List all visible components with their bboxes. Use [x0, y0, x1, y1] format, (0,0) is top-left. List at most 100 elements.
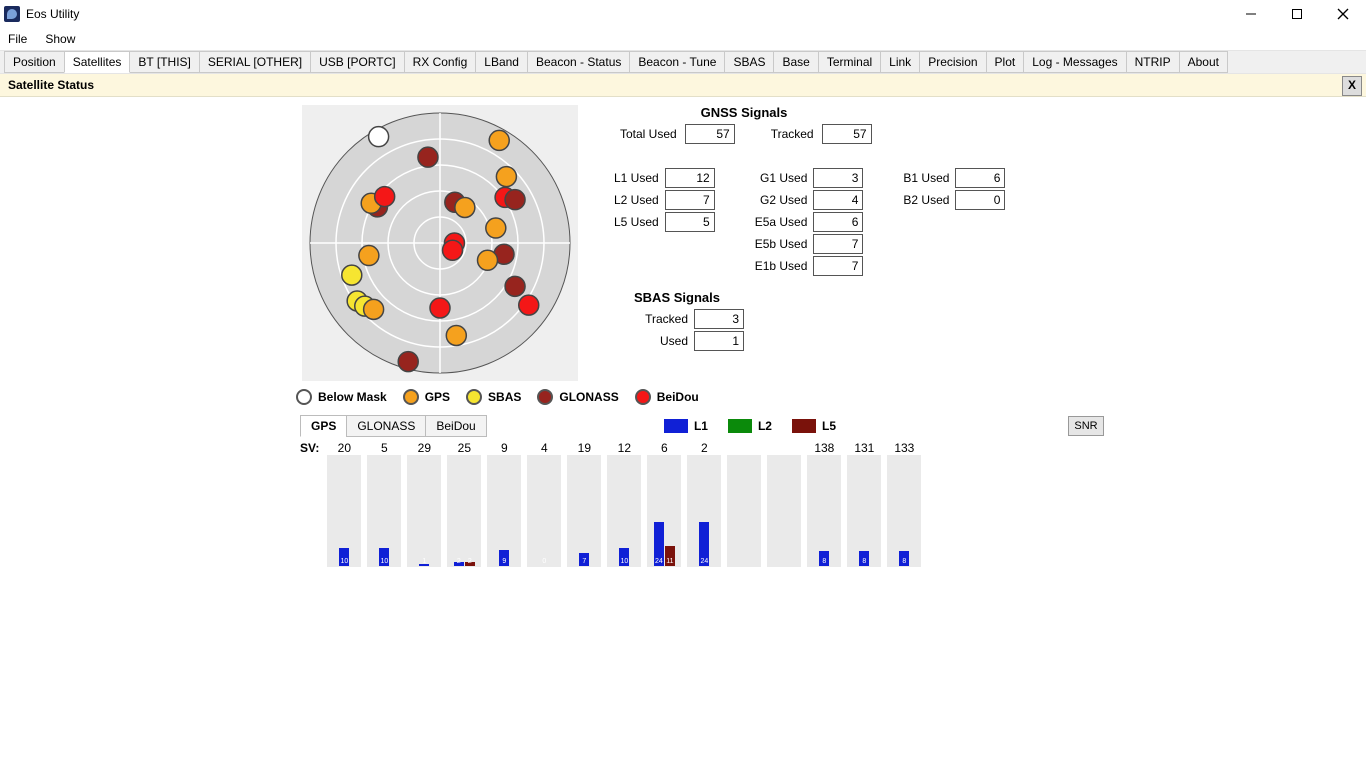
total-used-value: 57	[685, 124, 735, 144]
sbas-tracked-label: Tracked	[645, 312, 688, 326]
maximize-button[interactable]	[1274, 0, 1320, 28]
sv-slot: 29 1	[405, 441, 443, 571]
bar-l1: 1	[419, 564, 429, 566]
sv-bars: 10	[327, 455, 361, 567]
minimize-button[interactable]	[1228, 0, 1274, 28]
sv-bars: 0	[527, 455, 561, 567]
sig-value: 7	[665, 190, 715, 210]
bar-l1: 10	[379, 548, 389, 566]
panel-title: Satellite Status	[8, 78, 94, 92]
sv-bars: 2411	[647, 455, 681, 567]
legend-swatch	[466, 389, 482, 405]
sv-number: 12	[618, 441, 631, 455]
sig-label: L2 Used	[614, 193, 659, 207]
menu-show[interactable]: Show	[43, 30, 77, 48]
legend-swatch	[296, 389, 312, 405]
tab-base[interactable]: Base	[773, 51, 818, 73]
sv-bars: 24	[687, 455, 721, 567]
bartab-glonass[interactable]: GLONASS	[346, 415, 426, 437]
sig-value: 7	[813, 256, 863, 276]
bar-l5: 11	[665, 546, 675, 566]
sv-number: 2	[701, 441, 708, 455]
sv-bars: 22	[447, 455, 481, 567]
close-button[interactable]	[1320, 0, 1366, 28]
skyplot	[302, 105, 578, 381]
sv-slot: 40	[525, 441, 563, 571]
bar-legend-label: L1	[694, 419, 708, 433]
tracked-label: Tracked	[771, 127, 814, 141]
bartab-gps[interactable]: GPS	[300, 415, 347, 437]
legend-label: BeiDou	[657, 390, 699, 404]
bar-l1: 9	[499, 550, 509, 567]
bar-legend-label: L2	[758, 419, 772, 433]
sv-number: 131	[854, 441, 874, 455]
tab-usb-portc-[interactable]: USB [PORTC]	[310, 51, 404, 73]
legend-swatch	[635, 389, 651, 405]
tab-log-messages[interactable]: Log - Messages	[1023, 51, 1126, 73]
sig-label: B2 Used	[903, 193, 949, 207]
window-title: Eos Utility	[26, 7, 79, 21]
tab-terminal[interactable]: Terminal	[818, 51, 881, 73]
signal-bar-panel: GPSGLONASSBeiDou L1L2L5 SNR SV: 20105102…	[300, 415, 1104, 575]
panel-close-button[interactable]: X	[1342, 76, 1362, 96]
tab-about[interactable]: About	[1179, 51, 1228, 73]
sv-bars: 9	[487, 455, 521, 567]
bar-l1: 10	[339, 548, 349, 566]
sv-number: 29	[418, 441, 431, 455]
sig-value: 7	[813, 234, 863, 254]
gnss-heading: GNSS Signals	[614, 105, 874, 120]
sv-number: 133	[894, 441, 914, 455]
sv-bars: 10	[367, 455, 401, 567]
tab-sbas[interactable]: SBAS	[724, 51, 774, 73]
skyplot-container	[302, 105, 578, 381]
tab-position[interactable]: Position	[4, 51, 65, 73]
bar-l1: 24	[654, 522, 664, 566]
sig-label: G2 Used	[760, 193, 807, 207]
tab-beacon-tune[interactable]: Beacon - Tune	[629, 51, 725, 73]
title-bar: Eos Utility	[0, 0, 1366, 28]
constellation-tabs: GPSGLONASSBeiDou	[300, 415, 486, 437]
legend-label: SBAS	[488, 390, 521, 404]
tab-link[interactable]: Link	[880, 51, 920, 73]
bar-legend-swatch	[664, 419, 688, 433]
sbas-used-value: 1	[694, 331, 744, 351]
tab-plot[interactable]: Plot	[986, 51, 1025, 73]
bar-l5: 2	[465, 562, 475, 566]
sv-slot: 1338	[885, 441, 923, 571]
bar-l1: 8	[859, 551, 869, 566]
sv-slot: 1388	[805, 441, 843, 571]
tab-bar: PositionSatellitesBT [THIS]SERIAL [OTHER…	[0, 50, 1366, 74]
legend-label: GLONASS	[559, 390, 618, 404]
tab-ntrip[interactable]: NTRIP	[1126, 51, 1180, 73]
content-area: Below MaskGPSSBASGLONASSBeiDou GNSS Sign…	[0, 97, 1366, 768]
snr-button[interactable]: SNR	[1068, 416, 1104, 436]
sv-slot: 99	[485, 441, 523, 571]
sig-label: E5b Used	[755, 237, 808, 251]
bartab-beidou[interactable]: BeiDou	[425, 415, 486, 437]
tab-lband[interactable]: LBand	[475, 51, 528, 73]
sig-label: E1b Used	[755, 259, 808, 273]
sv-number: 4	[541, 441, 548, 455]
legend-swatch	[403, 389, 419, 405]
sig-value: 5	[665, 212, 715, 232]
sv-bars: 8	[847, 455, 881, 567]
tab-beacon-status[interactable]: Beacon - Status	[527, 51, 630, 73]
sv-bars	[727, 455, 761, 567]
tab-serial-other-[interactable]: SERIAL [OTHER]	[199, 51, 311, 73]
sbas-heading: SBAS Signals	[634, 290, 1074, 305]
sig-label: L5 Used	[614, 215, 659, 229]
legend-label: GPS	[425, 390, 450, 404]
sv-number: 6	[661, 441, 668, 455]
menu-file[interactable]: File	[6, 30, 29, 48]
tab-rx-config[interactable]: RX Config	[404, 51, 477, 73]
tab-precision[interactable]: Precision	[919, 51, 986, 73]
bar-l1: 24	[699, 522, 709, 566]
sig-value: 6	[813, 212, 863, 232]
sv-slot	[725, 441, 763, 571]
sv-slot: 1210	[605, 441, 643, 571]
sv-number: 19	[578, 441, 591, 455]
sv-number: 25	[458, 441, 471, 455]
tab-bt-this-[interactable]: BT [THIS]	[129, 51, 199, 73]
legend-swatch	[537, 389, 553, 405]
tab-satellites[interactable]: Satellites	[64, 51, 131, 73]
